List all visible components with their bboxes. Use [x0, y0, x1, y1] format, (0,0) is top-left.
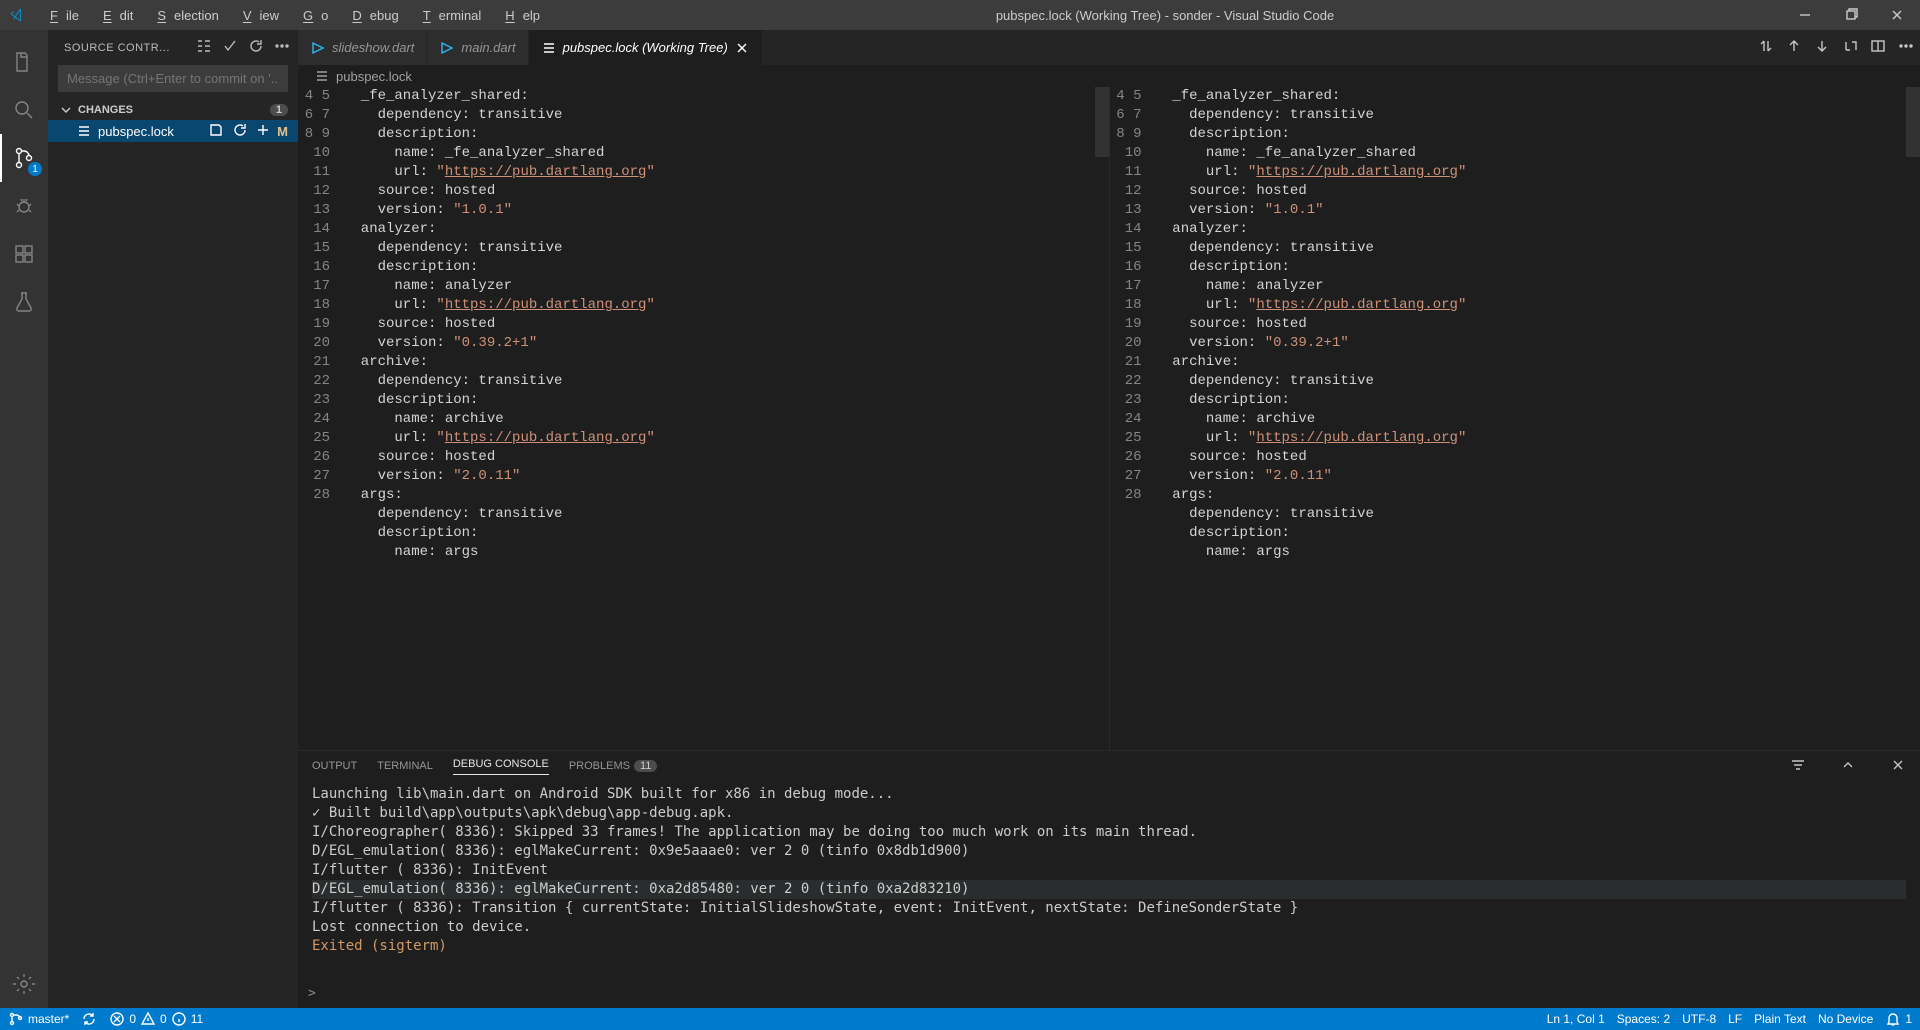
tab-label: main.dart [461, 40, 515, 55]
tab-pubspec-lock[interactable]: pubspec.lock (Working Tree) [529, 30, 763, 65]
tabs-row: slideshow.dart main.dart pubspec.lock (W… [298, 30, 1920, 65]
more-actions-icon[interactable] [1898, 38, 1914, 57]
minimize-button[interactable] [1782, 0, 1828, 30]
breadcrumb[interactable]: pubspec.lock [298, 65, 1920, 87]
panel-tab-problems[interactable]: PROBLEMS11 [569, 760, 658, 772]
panel-tab-terminal[interactable]: TERMINAL [377, 760, 433, 772]
stage-icon[interactable] [255, 122, 271, 138]
compare-changes-icon[interactable] [1758, 38, 1774, 57]
menu-file[interactable]: File [34, 8, 87, 23]
breadcrumb-label: pubspec.lock [336, 69, 412, 84]
debug-icon[interactable] [0, 182, 48, 230]
panel-tab-debug-console[interactable]: DEBUG CONSOLE [453, 758, 549, 775]
whitespace-icon[interactable] [1842, 38, 1858, 57]
extensions-icon[interactable] [0, 230, 48, 278]
status-notifications[interactable]: 1 [1885, 1011, 1912, 1027]
changes-count: 1 [270, 104, 288, 116]
maximize-button[interactable] [1828, 0, 1874, 30]
status-bar: master* 0 0 11 Ln 1, Col 1 Spaces: 2 UTF… [0, 1008, 1920, 1030]
activity-bar: 1 [0, 30, 48, 1008]
file-icon [76, 123, 92, 139]
problems-count: 11 [634, 760, 657, 772]
scm-badge: 1 [28, 162, 42, 176]
menu-help[interactable]: Help [489, 8, 548, 23]
more-icon[interactable] [264, 38, 290, 57]
diff-pane-right[interactable]: 4 5 6 7 8 9 10 11 12 13 14 15 16 17 18 1… [1110, 87, 1920, 750]
menu-view[interactable]: View [227, 8, 287, 23]
status-spaces[interactable]: Spaces: 2 [1617, 1012, 1670, 1026]
previous-change-icon[interactable] [1786, 38, 1802, 57]
sidebar: SOURCE CONTR... CHANGES 1 pubspec.lock [48, 30, 298, 1008]
search-icon[interactable] [0, 86, 48, 134]
commit-message-input[interactable] [58, 65, 288, 92]
close-panel-icon[interactable] [1890, 757, 1906, 776]
next-change-icon[interactable] [1814, 38, 1830, 57]
dart-file-icon [310, 40, 326, 56]
menu-selection[interactable]: Selection [141, 8, 226, 23]
open-file-icon[interactable] [208, 122, 224, 138]
status-branch[interactable]: master* [8, 1011, 69, 1027]
tab-label: slideshow.dart [332, 40, 414, 55]
menu-terminal[interactable]: Terminal [407, 8, 490, 23]
status-sync[interactable] [81, 1011, 97, 1027]
dart-file-icon [439, 40, 455, 56]
minimap[interactable] [1095, 87, 1109, 750]
panel-tab-output[interactable]: OUTPUT [312, 760, 357, 772]
source-control-icon[interactable]: 1 [0, 134, 48, 182]
minimap[interactable] [1906, 87, 1920, 750]
menu-go[interactable]: Go [287, 8, 336, 23]
refresh-icon[interactable] [238, 38, 264, 57]
explorer-icon[interactable] [0, 38, 48, 86]
debug-console-input[interactable]: > [298, 986, 1920, 1008]
changes-section[interactable]: CHANGES 1 [48, 100, 298, 120]
status-language[interactable]: Plain Text [1754, 1012, 1806, 1026]
file-icon [314, 68, 330, 84]
file-icon [541, 40, 557, 56]
tab-slideshow[interactable]: slideshow.dart [298, 30, 427, 65]
vscode-logo-icon [0, 7, 34, 23]
debug-console-body[interactable]: Launching lib\main.dart on Android SDK b… [298, 781, 1920, 986]
status-encoding[interactable]: UTF-8 [1682, 1012, 1716, 1026]
changes-label: CHANGES [78, 104, 270, 116]
expand-panel-icon[interactable] [1840, 757, 1856, 776]
modified-badge: M [277, 124, 288, 139]
close-button[interactable] [1874, 0, 1920, 30]
discard-icon[interactable] [232, 122, 248, 138]
split-editor-icon[interactable] [1870, 38, 1886, 57]
panel: OUTPUT TERMINAL DEBUG CONSOLE PROBLEMS11… [298, 750, 1920, 1008]
changed-file-name: pubspec.lock [98, 124, 204, 139]
menu-debug[interactable]: Debug [336, 8, 406, 23]
chevron-down-icon [58, 102, 74, 118]
status-eol[interactable]: LF [1728, 1012, 1742, 1026]
editor-area: slideshow.dart main.dart pubspec.lock (W… [298, 30, 1920, 1008]
close-icon[interactable] [734, 40, 750, 56]
sidebar-header: SOURCE CONTR... [48, 30, 298, 65]
commit-icon[interactable] [212, 38, 238, 57]
changed-file-row[interactable]: pubspec.lock M [48, 120, 298, 142]
tab-label: pubspec.lock (Working Tree) [563, 40, 728, 55]
menu-edit[interactable]: Edit [87, 8, 141, 23]
view-tree-icon[interactable] [186, 38, 212, 57]
status-cursor[interactable]: Ln 1, Col 1 [1547, 1012, 1605, 1026]
tab-main[interactable]: main.dart [427, 30, 528, 65]
sidebar-title: SOURCE CONTR... [64, 42, 186, 54]
test-icon[interactable] [0, 278, 48, 326]
window-title: pubspec.lock (Working Tree) - sonder - V… [548, 8, 1782, 23]
filter-icon[interactable] [1790, 757, 1806, 776]
menu-bar: FileEditSelectionViewGoDebugTerminalHelp [34, 8, 548, 23]
settings-gear-icon[interactable] [0, 960, 48, 1008]
diff-view: 4 5 6 7 8 9 10 11 12 13 14 15 16 17 18 1… [298, 87, 1920, 750]
status-device[interactable]: No Device [1818, 1012, 1873, 1026]
title-bar: FileEditSelectionViewGoDebugTerminalHelp… [0, 0, 1920, 30]
status-problems[interactable]: 0 0 11 [109, 1011, 203, 1027]
diff-pane-left[interactable]: 4 5 6 7 8 9 10 11 12 13 14 15 16 17 18 1… [298, 87, 1109, 750]
